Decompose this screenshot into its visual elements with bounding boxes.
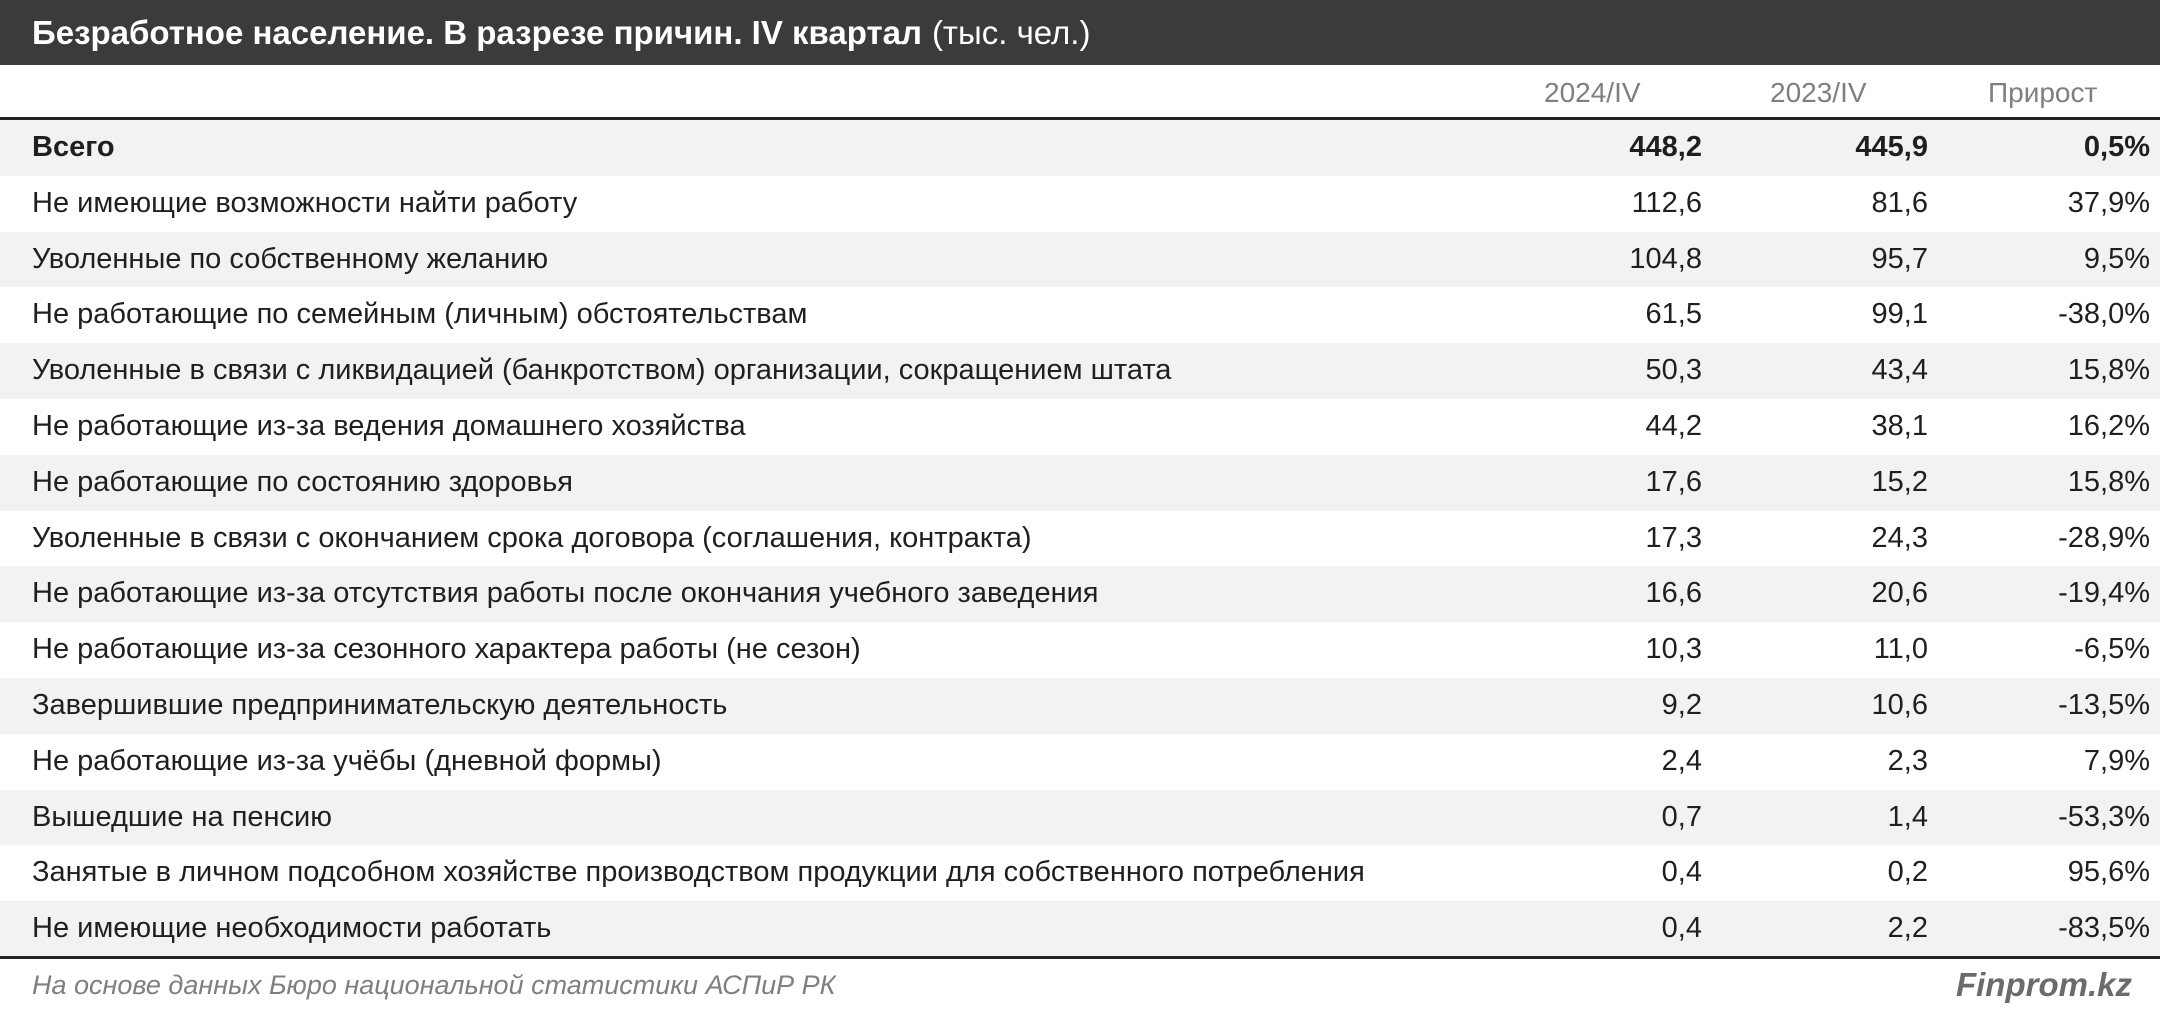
value-2024: 2,4 (1661, 744, 1702, 777)
table-row: Занятые в личном подсобном хозяйстве про… (0, 845, 2160, 901)
table-row: Завершившие предпринимательскую деятельн… (0, 677, 2160, 734)
source-note: На основе данных Бюро национальной стати… (32, 970, 836, 1000)
title-bar: Безработное население. В разрезе причин.… (0, 0, 2160, 65)
table-row: Не работающие по состоянию здоровья 17,6 1… (0, 454, 2160, 511)
table-row: Вышедшие на пенсию 0,7 1,4 -53,3% (0, 789, 2160, 846)
table-row: Уволенные в связи с ликвидацией (банкрот… (0, 343, 2160, 399)
growth-value: -13,5% (2058, 688, 2150, 721)
value-2023: 95,7 (1871, 242, 1928, 275)
growth-value: -6,5% (2074, 633, 2150, 666)
row-label: Не работающие из-за отсутствия работы по… (32, 577, 1099, 610)
value-2024: 16,6 (1645, 577, 1702, 610)
value-2024: 448,2 (1629, 131, 1702, 163)
value-2023: 24,3 (1871, 521, 1928, 554)
row-label: Не имеющие возможности найти работу (32, 186, 578, 219)
value-2023: 0,2 (1887, 856, 1928, 889)
row-label: Не работающие по семейным (личным) обсто… (32, 298, 808, 331)
value-2023: 99,1 (1871, 298, 1928, 331)
row-label: Не имеющие необходимости работать (32, 912, 552, 945)
table-row: Не имеющие возможности найти работу 112,6… (0, 176, 2160, 232)
table-unit: (тыс. чел.) (931, 13, 1091, 51)
value-2023: 2,2 (1887, 912, 1928, 945)
value-2023: 81,6 (1871, 186, 1928, 219)
row-label: Уволенные в связи с ликвидацией (банкрот… (32, 354, 1172, 387)
value-2023: 20,6 (1871, 577, 1928, 610)
table-title: Безработное население. В разрезе причин.… (32, 13, 922, 51)
value-2024: 9,2 (1661, 688, 1702, 721)
value-2023: 445,9 (1855, 131, 1928, 163)
row-label: Всего (32, 131, 115, 163)
column-header-growth: Прирост (1988, 77, 2098, 108)
growth-value: 95,6% (2067, 856, 2150, 889)
value-2023: 15,2 (1871, 465, 1928, 498)
growth-value: 0,5% (2083, 131, 2150, 163)
value-2024: 0,4 (1661, 856, 1702, 889)
table-row: Уволенные по собственному желанию 104,8 95… (0, 231, 2160, 288)
row-label: Не работающие из-за ведения домашнего хо… (32, 409, 746, 442)
growth-value: 15,8% (2067, 354, 2150, 387)
row-label: Уволенные по собственному желанию (32, 242, 549, 275)
growth-value: -83,5% (2058, 912, 2150, 945)
row-label: Не работающие по состоянию здоровья (32, 465, 573, 498)
growth-value: -38,0% (2058, 298, 2150, 331)
value-2023: 1,4 (1887, 800, 1928, 833)
growth-value: 37,9% (2067, 186, 2150, 219)
table-row: Не работающие из-за сезонного характера … (0, 622, 2160, 678)
value-2024: 112,6 (1631, 186, 1702, 219)
column-header-row: 2024/IV 2023/IV Прирост (0, 66, 2160, 120)
footer: На основе данных Бюро национальной стати… (0, 956, 2160, 1012)
value-2024: 50,3 (1645, 354, 1702, 387)
row-label: Вышедшие на пенсию (32, 800, 333, 833)
table-row: Не работающие из-за ведения домашнего хо… (0, 399, 2160, 455)
table-row-total: Всего 448,2 445,9 0,5% (0, 120, 2160, 176)
growth-value: -28,9% (2058, 521, 2150, 554)
value-2024: 10,3 (1645, 633, 1702, 666)
row-label: Не работающие из-за учёбы (дневной формы… (32, 744, 662, 777)
row-label: Занятые в личном подсобном хозяйстве про… (32, 856, 1365, 889)
value-2023: 38,1 (1871, 409, 1928, 442)
table-row: Не работающие из-за отсутствия работы по… (0, 566, 2160, 623)
row-label: Завершившие предпринимательскую деятельн… (32, 688, 728, 721)
value-2023: 43,4 (1871, 354, 1928, 387)
brand-logo-text: Finprom.kz (1955, 966, 2132, 1003)
value-2024: 0,4 (1661, 912, 1702, 945)
growth-value: 9,5% (2083, 242, 2150, 275)
value-2023: 11,0 (1873, 633, 1928, 666)
table-row: Не имеющие необходимости работать 0,4 2,2 -… (0, 901, 2160, 957)
value-2024: 17,3 (1645, 521, 1702, 554)
value-2023: 2,3 (1887, 744, 1928, 777)
table-row: Не работающие из-за учёбы (дневной формы… (0, 734, 2160, 790)
value-2024: 17,6 (1645, 465, 1702, 498)
row-label: Уволенные в связи с окончанием срока дог… (32, 521, 1032, 554)
value-2023: 10,6 (1871, 688, 1928, 721)
growth-value: 7,9% (2083, 744, 2150, 777)
value-2024: 61,5 (1645, 298, 1702, 331)
value-2024: 0,7 (1661, 800, 1702, 833)
value-2024: 44,2 (1645, 409, 1702, 442)
table-body: Всего 448,2 445,9 0,5% Не имеющие возможност… (0, 120, 2160, 957)
growth-value: -19,4% (2058, 577, 2150, 610)
column-header-2024: 2024/IV (1544, 77, 1641, 108)
row-label: Не работающие из-за сезонного характера … (32, 633, 861, 666)
growth-value: -53,3% (2058, 800, 2150, 833)
column-header-2023: 2023/IV (1770, 77, 1867, 108)
value-2024: 104,8 (1629, 242, 1702, 275)
table-row: Уволенные в связи с окончанием срока дог… (0, 511, 2160, 567)
table-row: Не работающие по семейным (личным) обсто… (0, 287, 2160, 343)
growth-value: 15,8% (2067, 465, 2150, 498)
growth-value: 16,2% (2067, 409, 2150, 442)
